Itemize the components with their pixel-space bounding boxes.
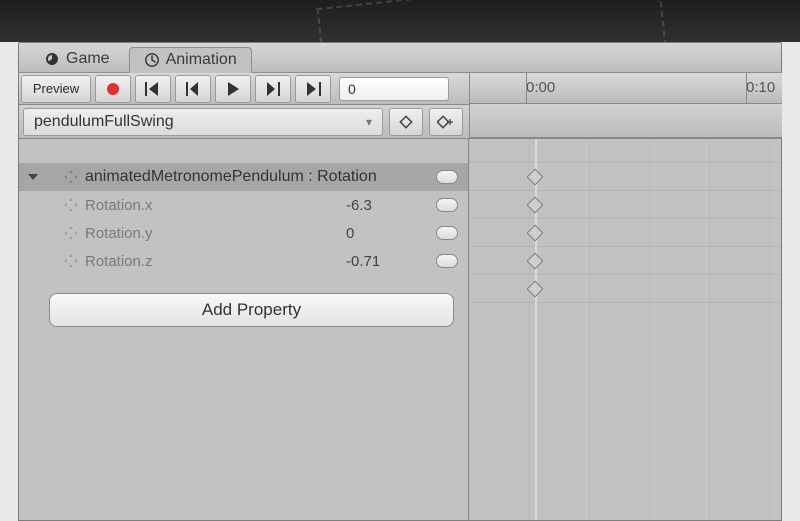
foldout-icon[interactable] [27, 171, 39, 183]
play-icon [226, 82, 240, 96]
property-list: animatedMetronomePendulum : Rotation Rot… [19, 139, 468, 327]
property-header-label: animatedMetronomePendulum : Rotation [85, 168, 426, 186]
diamond-icon [399, 115, 413, 129]
play-button[interactable] [215, 75, 251, 103]
transform-icon [63, 253, 79, 269]
transform-icon [63, 169, 79, 185]
time-ruler[interactable]: 0:00 0:10 [469, 73, 782, 104]
diamond-plus-icon [437, 115, 455, 129]
key-toggle[interactable] [436, 254, 458, 268]
clock-icon [144, 52, 160, 68]
property-row[interactable]: Rotation.x -6.3 [19, 191, 468, 219]
property-value[interactable]: -6.3 [346, 197, 426, 214]
record-icon [107, 83, 119, 95]
animation-body: animatedMetronomePendulum : Rotation Rot… [19, 139, 781, 520]
event-track[interactable] [469, 104, 782, 138]
property-label: Rotation.z [85, 253, 346, 270]
frame-value: 0 [348, 81, 356, 97]
transform-icon [63, 225, 79, 241]
frame-field[interactable]: 0 [339, 77, 449, 101]
record-button[interactable] [95, 75, 131, 103]
property-row[interactable]: Rotation.y 0 [19, 219, 468, 247]
property-value[interactable]: -0.71 [346, 253, 426, 270]
tab-game-label: Game [66, 50, 110, 68]
dopesheet-grid[interactable] [469, 139, 781, 520]
key-toggle[interactable] [436, 226, 458, 240]
property-label: Rotation.y [85, 225, 346, 242]
ruler-tick [746, 73, 747, 103]
dropdown-icon: ▾ [366, 115, 372, 129]
skip-start-icon [144, 82, 162, 96]
preview-label: Preview [33, 81, 79, 96]
preview-button[interactable]: Preview [21, 75, 91, 103]
tab-animation[interactable]: Animation [129, 47, 252, 73]
property-panel: animatedMetronomePendulum : Rotation Rot… [19, 139, 469, 520]
next-key-icon [265, 82, 281, 96]
next-key-button[interactable] [255, 75, 291, 103]
clip-dropdown[interactable]: pendulumFullSwing ▾ [23, 108, 383, 136]
game-icon [44, 51, 60, 67]
property-label: Rotation.x [85, 197, 346, 214]
prev-key-icon [185, 82, 201, 96]
property-header-row[interactable]: animatedMetronomePendulum : Rotation [19, 163, 468, 191]
add-property-button[interactable]: Add Property [49, 293, 454, 327]
add-property-label: Add Property [202, 300, 301, 320]
key-toggle[interactable] [436, 170, 458, 184]
last-frame-button[interactable] [295, 75, 331, 103]
dopesheet[interactable] [469, 139, 781, 520]
grid-lines [469, 139, 781, 520]
prev-key-button[interactable] [175, 75, 211, 103]
skip-end-icon [304, 82, 322, 96]
clip-name: pendulumFullSwing [34, 113, 174, 131]
add-keyframe-button[interactable] [429, 108, 463, 136]
tab-game[interactable]: Game [29, 46, 125, 72]
ruler-tick-label: 0:10 [746, 79, 775, 96]
ruler-tick [526, 73, 527, 103]
scene-backdrop [0, 0, 800, 42]
keyframe-mode-button[interactable] [389, 108, 423, 136]
transform-icon [63, 197, 79, 213]
first-frame-button[interactable] [135, 75, 171, 103]
tab-bar: Game Animation [19, 43, 781, 73]
ruler-tick-label: 0:00 [526, 79, 555, 96]
property-row[interactable]: Rotation.z -0.71 [19, 247, 468, 275]
property-value[interactable]: 0 [346, 225, 426, 242]
key-toggle[interactable] [436, 198, 458, 212]
tab-animation-label: Animation [166, 51, 237, 69]
